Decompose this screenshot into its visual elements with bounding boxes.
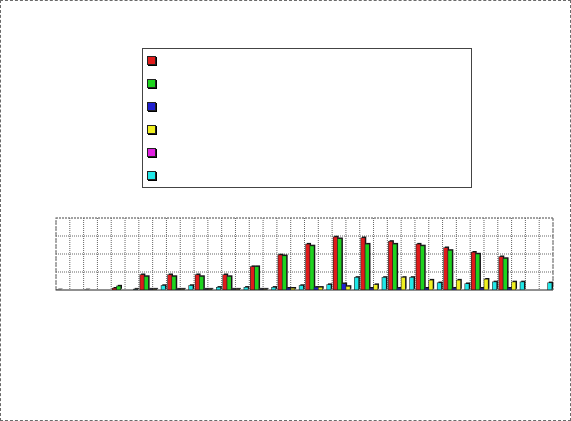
legend-swatch-series-1 — [147, 55, 156, 65]
legend-item-series-6 — [147, 169, 447, 181]
legend-swatch-series-3 — [147, 101, 156, 111]
legend-item-series-1 — [147, 54, 447, 66]
legend-swatch-series-2 — [147, 78, 156, 88]
legend-swatch-series-4 — [147, 124, 156, 134]
legend-item-series-2 — [147, 77, 447, 89]
legend-item-series-4 — [147, 123, 447, 135]
legend — [142, 48, 472, 188]
legend-item-series-5 — [147, 146, 447, 158]
legend-swatch-series-6 — [147, 170, 156, 180]
legend-item-series-3 — [147, 100, 447, 112]
legend-swatch-series-5 — [147, 147, 156, 157]
